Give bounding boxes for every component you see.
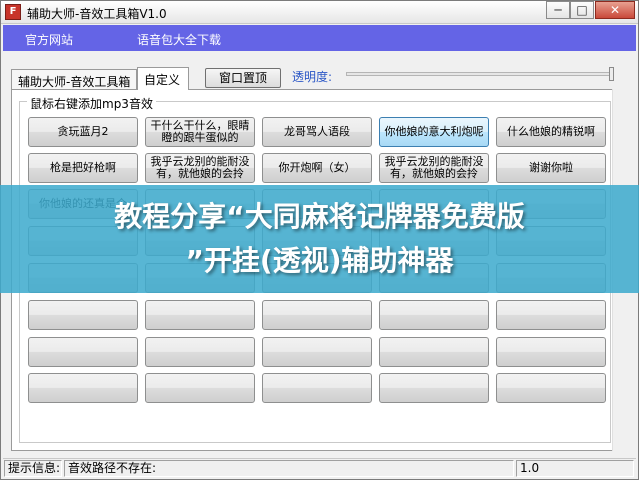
window-title: 辅助大师-音效工具箱V1.0 [27, 7, 167, 21]
opacity-slider[interactable] [346, 72, 614, 76]
sound-button[interactable] [145, 300, 255, 330]
close-button[interactable]: ✕ [595, 1, 635, 19]
sound-button[interactable]: 干什么干什么，眼睛瞪的跟牛蛋似的 [145, 117, 255, 147]
group-title: 鼠标右键添加mp3音效 [27, 95, 156, 112]
status-label: 提示信息: [4, 460, 62, 477]
sound-button[interactable] [496, 300, 606, 330]
menu-item-official-site[interactable]: 官方网站 [25, 31, 73, 48]
tab-audio-toolbox[interactable]: 辅助大师-音效工具箱 [11, 69, 137, 89]
tab-custom[interactable]: 自定义 [137, 67, 189, 90]
menu-item-voice-pack-download[interactable]: 语音包大全下载 [137, 31, 221, 48]
sound-button[interactable]: 我乎云龙别的能耐没有，就他娘的会拎 [145, 153, 255, 183]
sound-button[interactable] [379, 337, 489, 367]
menu-bar: 官方网站 语音包大全下载 [3, 25, 636, 51]
sound-button[interactable]: 你他娘的意大利炮呢 [379, 117, 489, 147]
sound-button[interactable]: 枪是把好枪啊 [28, 153, 138, 183]
promo-overlay-text: 教程分享“大同麻将记牌器免费版 ”开挂(透视)辅助神器 [0, 195, 639, 283]
sound-button[interactable] [379, 300, 489, 330]
pin-window-button[interactable]: 窗口置顶 [205, 68, 281, 88]
sound-button[interactable] [496, 373, 606, 403]
status-message: 音效路径不存在: [64, 460, 514, 477]
sound-button[interactable]: 什么他娘的精锐啊 [496, 117, 606, 147]
status-bar: 提示信息: 音效路径不存在: 1.0 [3, 458, 636, 479]
sound-button[interactable]: 贪玩蓝月2 [28, 117, 138, 147]
title-bar[interactable]: F 辅助大师-音效工具箱V1.0 ─ □ ✕ [1, 1, 638, 24]
minimize-button[interactable]: ─ [546, 1, 570, 19]
sound-button[interactable] [262, 337, 372, 367]
sound-button[interactable] [262, 300, 372, 330]
opacity-label: 透明度: [292, 70, 333, 84]
sound-button[interactable]: 你开炮啊（女） [262, 153, 372, 183]
sound-button[interactable] [28, 300, 138, 330]
status-version: 1.0 [516, 460, 634, 477]
sound-button[interactable] [145, 373, 255, 403]
sound-button[interactable]: 谢谢你啦 [496, 153, 606, 183]
app-icon: F [5, 4, 21, 20]
sound-button[interactable] [496, 337, 606, 367]
sound-button[interactable] [145, 337, 255, 367]
promo-overlay-line-1: 教程分享“大同麻将记牌器免费版 [114, 200, 525, 233]
opacity-slider-thumb[interactable] [609, 67, 614, 81]
sound-button[interactable] [379, 373, 489, 403]
promo-overlay-line-2: ”开挂(透视)辅助神器 [185, 244, 454, 277]
sound-button[interactable] [262, 373, 372, 403]
sound-button[interactable] [28, 337, 138, 367]
sound-button[interactable]: 我乎云龙别的能耐没有，就他娘的会拎 [379, 153, 489, 183]
maximize-button[interactable]: □ [570, 1, 594, 19]
sound-button[interactable] [28, 373, 138, 403]
sound-button[interactable]: 龙哥骂人语段 [262, 117, 372, 147]
